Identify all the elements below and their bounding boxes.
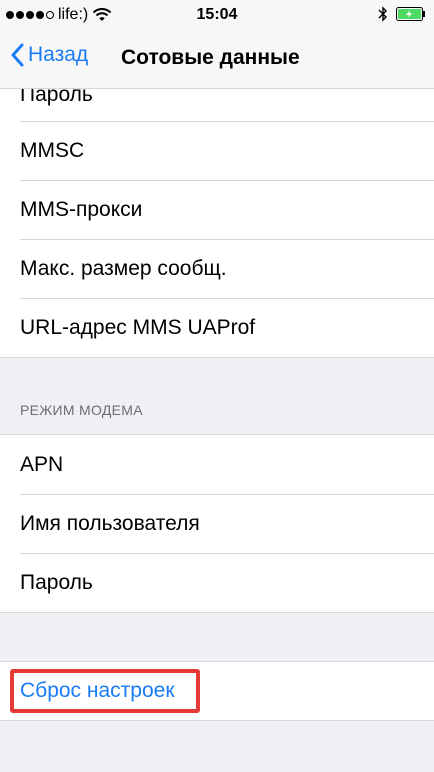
modem-password-row[interactable]: Пароль bbox=[0, 553, 434, 612]
modem-username-row[interactable]: Имя пользователя bbox=[0, 494, 434, 553]
row-label: URL-адрес MMS UAProf bbox=[20, 316, 256, 339]
reset-group: Сброс настроек bbox=[0, 661, 434, 721]
mms-proxy-row[interactable]: MMS-прокси bbox=[0, 180, 434, 239]
modem-apn-row[interactable]: APN bbox=[0, 435, 434, 494]
reset-settings-button[interactable]: Сброс настроек bbox=[0, 662, 434, 720]
settings-content[interactable]: Пароль MMSC MMS-прокси Макс. размер сооб… bbox=[0, 88, 434, 772]
status-time: 15:04 bbox=[196, 6, 238, 23]
status-bar: life:) 15:04 bbox=[0, 0, 434, 30]
row-label: Имя пользователя bbox=[20, 512, 200, 535]
mms-password-row[interactable]: Пароль bbox=[0, 89, 434, 121]
mms-uaprof-url-row[interactable]: URL-адрес MMS UAProf bbox=[0, 298, 434, 357]
highlight-box bbox=[10, 669, 200, 713]
row-label: MMSC bbox=[20, 139, 85, 162]
bluetooth-icon bbox=[378, 6, 387, 22]
back-button[interactable]: Назад bbox=[10, 43, 88, 67]
mmsc-row[interactable]: MMSC bbox=[0, 121, 434, 180]
mms-group: Пароль MMSC MMS-прокси Макс. размер сооб… bbox=[0, 88, 434, 358]
status-right bbox=[378, 6, 426, 22]
modem-section-header: РЕЖИМ МОДЕМА bbox=[20, 402, 143, 418]
back-button-label: Назад bbox=[28, 43, 89, 66]
chevron-left-icon bbox=[11, 43, 24, 67]
max-message-size-row[interactable]: Макс. размер сообщ. bbox=[0, 239, 434, 298]
navigation-bar: Назад Сотовые данные bbox=[0, 30, 434, 89]
battery-charging-icon bbox=[396, 7, 425, 21]
row-label: Пароль bbox=[20, 89, 93, 106]
page-title: Сотовые данные bbox=[121, 46, 300, 69]
row-label: MMS-прокси bbox=[20, 198, 143, 221]
row-label: Макс. размер сообщ. bbox=[20, 257, 227, 280]
row-label: Пароль bbox=[20, 571, 93, 594]
row-label: APN bbox=[20, 453, 64, 476]
modem-group: APN Имя пользователя Пароль bbox=[0, 434, 434, 613]
